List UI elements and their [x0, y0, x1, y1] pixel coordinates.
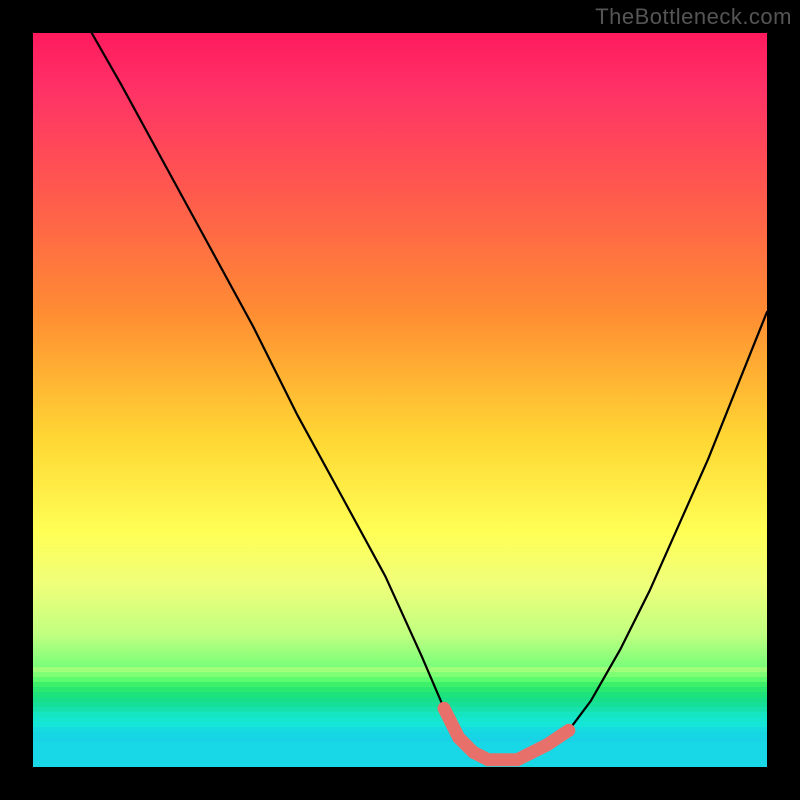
chart-area: [33, 33, 767, 767]
bottleneck-curve: [33, 33, 767, 767]
watermark-text: TheBottleneck.com: [595, 4, 792, 30]
